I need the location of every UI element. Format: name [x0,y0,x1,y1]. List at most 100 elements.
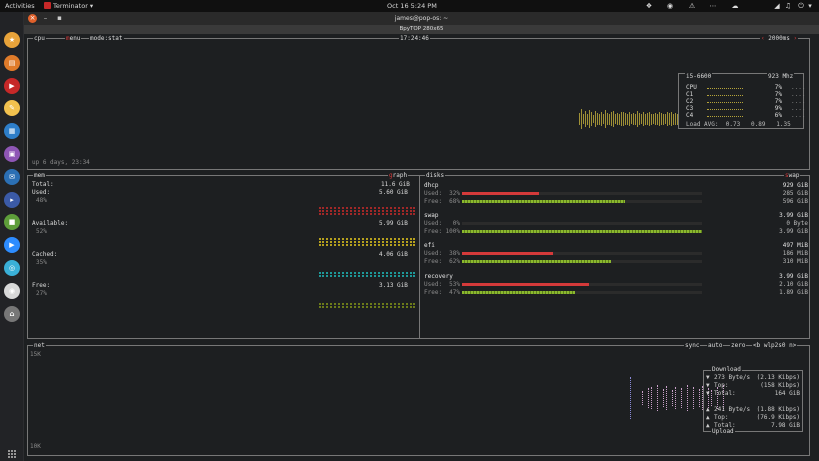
net-arrow-icon: ▲ [706,414,710,421]
cpu-graph-bar [615,114,616,124]
cpu-graph-bar [643,112,644,126]
dvd-icon: ◉ [8,286,16,295]
disk-used-meter [462,192,702,195]
update-interval[interactable]: ‹ 2000ms › [760,35,799,42]
mem-graph-line [319,213,415,215]
cpu-core-meter [707,95,743,96]
dock-app-libreoffice-impress[interactable]: ▣ [4,146,20,162]
volume-icon[interactable]: ♫ [784,2,792,10]
dock-app-mpv[interactable]: ▸ [4,191,20,208]
dropbox-icon[interactable]: ❖ [645,2,653,10]
disk-used-label: Used: [424,190,443,197]
dock-app-terminator[interactable]: ▶ [4,77,20,94]
mem-graph-line [319,244,415,246]
cpu-graph-bar [611,112,612,126]
disk-rule [424,186,808,187]
dock-app-screenshot[interactable]: ◎ [4,260,20,276]
cpu-graph-bar [651,113,652,125]
cpu-graph-bar [621,111,622,127]
cpu-graph-bar [661,112,662,126]
net-graph-bar [651,387,652,409]
mem-disks-panel: Total: 11.6 GiB Used: 5.60 GiB 48% Availabl… [27,175,810,339]
auto-toggle[interactable]: auto [707,342,724,349]
disk-used-meter [462,283,702,286]
alert-icon[interactable]: ⚠ [688,2,696,10]
mem-row-label: Available: [32,220,70,227]
graph-toggle[interactable]: graph [388,172,409,179]
cpu-graph-bar [625,112,626,126]
mem-total-label: Total: [32,181,54,188]
cloud-icon[interactable]: ☁ [731,2,739,10]
interface-selector[interactable]: <b wlp2s0 n> [752,342,798,349]
terminal-tab[interactable]: BpyTOP 280x65 [24,25,819,34]
disk-name: efi [424,242,436,249]
activities-button[interactable]: Activities [5,0,35,12]
swap-toggle[interactable]: swap [784,172,801,179]
disk-used-empty [589,283,702,286]
disk-used-label: Used: [424,220,443,227]
net-graph-bar [675,387,676,409]
wifi-icon[interactable]: ◢ [773,2,781,10]
net-stat-label: Total: [714,390,736,397]
mpv-icon: ▸ [10,195,14,204]
window-titlebar: × – ▪ james@pop-os: ~ [24,12,819,25]
dock-app-text-editor[interactable]: ✎ [4,100,20,117]
disk-free-empty [625,200,702,203]
disk-used-value: 0 Byte [786,220,808,227]
cpu-core-label: C4 [686,112,694,119]
cpu-core-label: C2 [686,98,694,105]
cpu-graph-bar [675,112,676,126]
dock-app-dvd[interactable]: ◉ [4,282,20,299]
dock-app-trash[interactable]: ⌂ [4,305,20,322]
screenshot-icon: ◎ [8,264,16,272]
disk-used-value: 285 GiB [782,190,808,197]
disk-free-meter [462,200,702,203]
cpu-graph-bar [579,112,580,126]
disks-box-label: disks [425,172,446,179]
mem-row-label: Used: [32,189,52,196]
zero-toggle[interactable]: zero [730,342,747,349]
chevron-down-icon[interactable]: ▾ [806,2,814,10]
disk-used-value: 186 MiB [782,250,808,257]
net-graph-bar [672,390,673,406]
cpu-graph-bar [649,112,650,126]
dock-app-files[interactable]: ▤ [4,54,20,71]
disk-used-meter [462,222,702,225]
mem-row-rule [32,193,415,194]
interval-increase[interactable]: › [790,35,798,42]
cpu-graph-bar [633,112,634,126]
cpu-graph-bar [603,114,604,124]
cpu-graph-bar [623,112,624,126]
disk-size: 3.99 GiB [772,212,808,219]
cpu-info-box: CPU7%....32°CC17%....30°CC27%....31°CC39… [678,73,805,129]
net-stat-label: Top: [714,382,729,389]
text-editor-icon: ✎ [9,104,15,113]
net-graph-bar [657,384,658,412]
chrome-icon[interactable]: ◉ [666,2,674,10]
show-applications-button[interactable] [8,450,16,458]
cpu-graph-bar [669,112,670,126]
mode-selector[interactable]: mode:stat [89,35,124,42]
disk-free-label: Free: [424,289,443,296]
dots-icon[interactable]: ⋯ [709,2,717,10]
disk-free-value: 3.99 GiB [779,228,808,235]
disk-free-value: 1.89 GiB [779,289,808,296]
dock-app-zoom[interactable]: ▶ [4,237,20,254]
cpu-graph-bar [589,109,590,129]
dock-app-minecraft[interactable]: ■ [4,214,20,231]
dock-app-thunderbird[interactable]: ✉ [4,168,20,185]
clock[interactable]: Oct 16 5:24 PM [387,0,437,12]
cpu-graph-bar [671,112,672,126]
cpu-graph-bar [581,109,582,129]
net-arrow-icon: ▲ [706,406,710,413]
net-graph-bar [648,388,649,408]
dock-app-firefox[interactable]: ★ [4,32,20,48]
power-icon[interactable]: ⏻ [797,2,805,10]
app-menu-terminator[interactable]: Terminator ▾ [44,0,93,12]
cpu-graph-bar [663,113,664,125]
dock-app-libreoffice-calc[interactable]: ▦ [4,123,20,140]
sync-toggle[interactable]: sync [684,342,701,349]
cpu-graph-bar [587,113,588,125]
menu-button[interactable]: menu [65,35,82,42]
mem-row-value: 4.06 GiB [378,251,408,258]
